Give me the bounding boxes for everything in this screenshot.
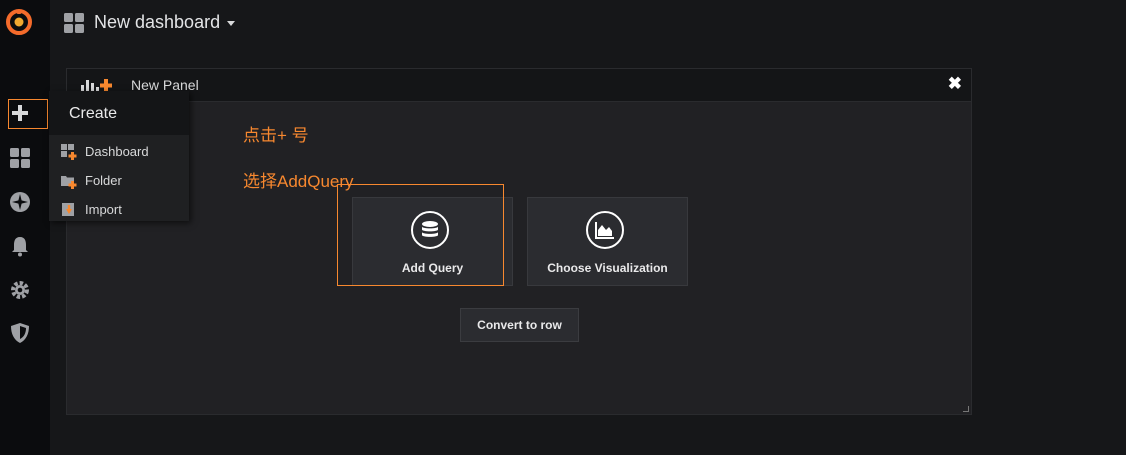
choose-visualization-card[interactable]: Choose Visualization (527, 197, 688, 286)
annotation-step-1: 点击+ 号 (243, 126, 309, 145)
alerting-bell-icon[interactable] (7, 233, 33, 259)
create-menu: Create Dashboard Folder Import (49, 91, 189, 221)
menu-item-label: Dashboard (85, 144, 149, 159)
import-icon (61, 202, 77, 223)
area-chart-icon (586, 211, 624, 249)
create-menu-title[interactable]: Create (69, 105, 117, 123)
dashboard-plus-icon (61, 144, 77, 165)
create-menu-header: Create (49, 91, 189, 135)
annotation-highlight-add-query (337, 184, 504, 286)
panel-header: New Panel ✖ (67, 69, 971, 102)
topbar: New dashboard (50, 0, 1126, 46)
menu-item-folder[interactable]: Folder (61, 170, 189, 192)
choose-visualization-label: Choose Visualization (547, 261, 668, 275)
chevron-down-icon[interactable] (227, 21, 235, 26)
folder-plus-icon (61, 173, 77, 194)
sidebar (0, 0, 50, 455)
dashboard-title[interactable]: New dashboard (94, 12, 220, 33)
close-icon[interactable]: ✖ (948, 75, 962, 93)
resize-handle-icon[interactable] (963, 406, 969, 412)
dashboard-grid-icon[interactable] (64, 13, 84, 38)
server-admin-shield-icon[interactable] (7, 320, 33, 346)
explore-compass-icon[interactable] (7, 189, 33, 215)
menu-item-label: Folder (85, 173, 122, 188)
menu-item-dashboard[interactable]: Dashboard (61, 141, 189, 163)
new-panel: New Panel ✖ Add Query Choose Visualizati… (66, 68, 972, 415)
annotation-highlight-plus (8, 99, 48, 129)
dashboards-icon[interactable] (7, 145, 33, 171)
menu-item-import[interactable]: Import (61, 199, 189, 221)
convert-to-row-button[interactable]: Convert to row (460, 308, 579, 342)
annotation-step-2: 选择AddQuery (243, 172, 354, 191)
configuration-gear-icon[interactable] (7, 277, 33, 303)
grafana-logo-icon[interactable] (5, 8, 33, 36)
menu-item-label: Import (85, 202, 122, 217)
